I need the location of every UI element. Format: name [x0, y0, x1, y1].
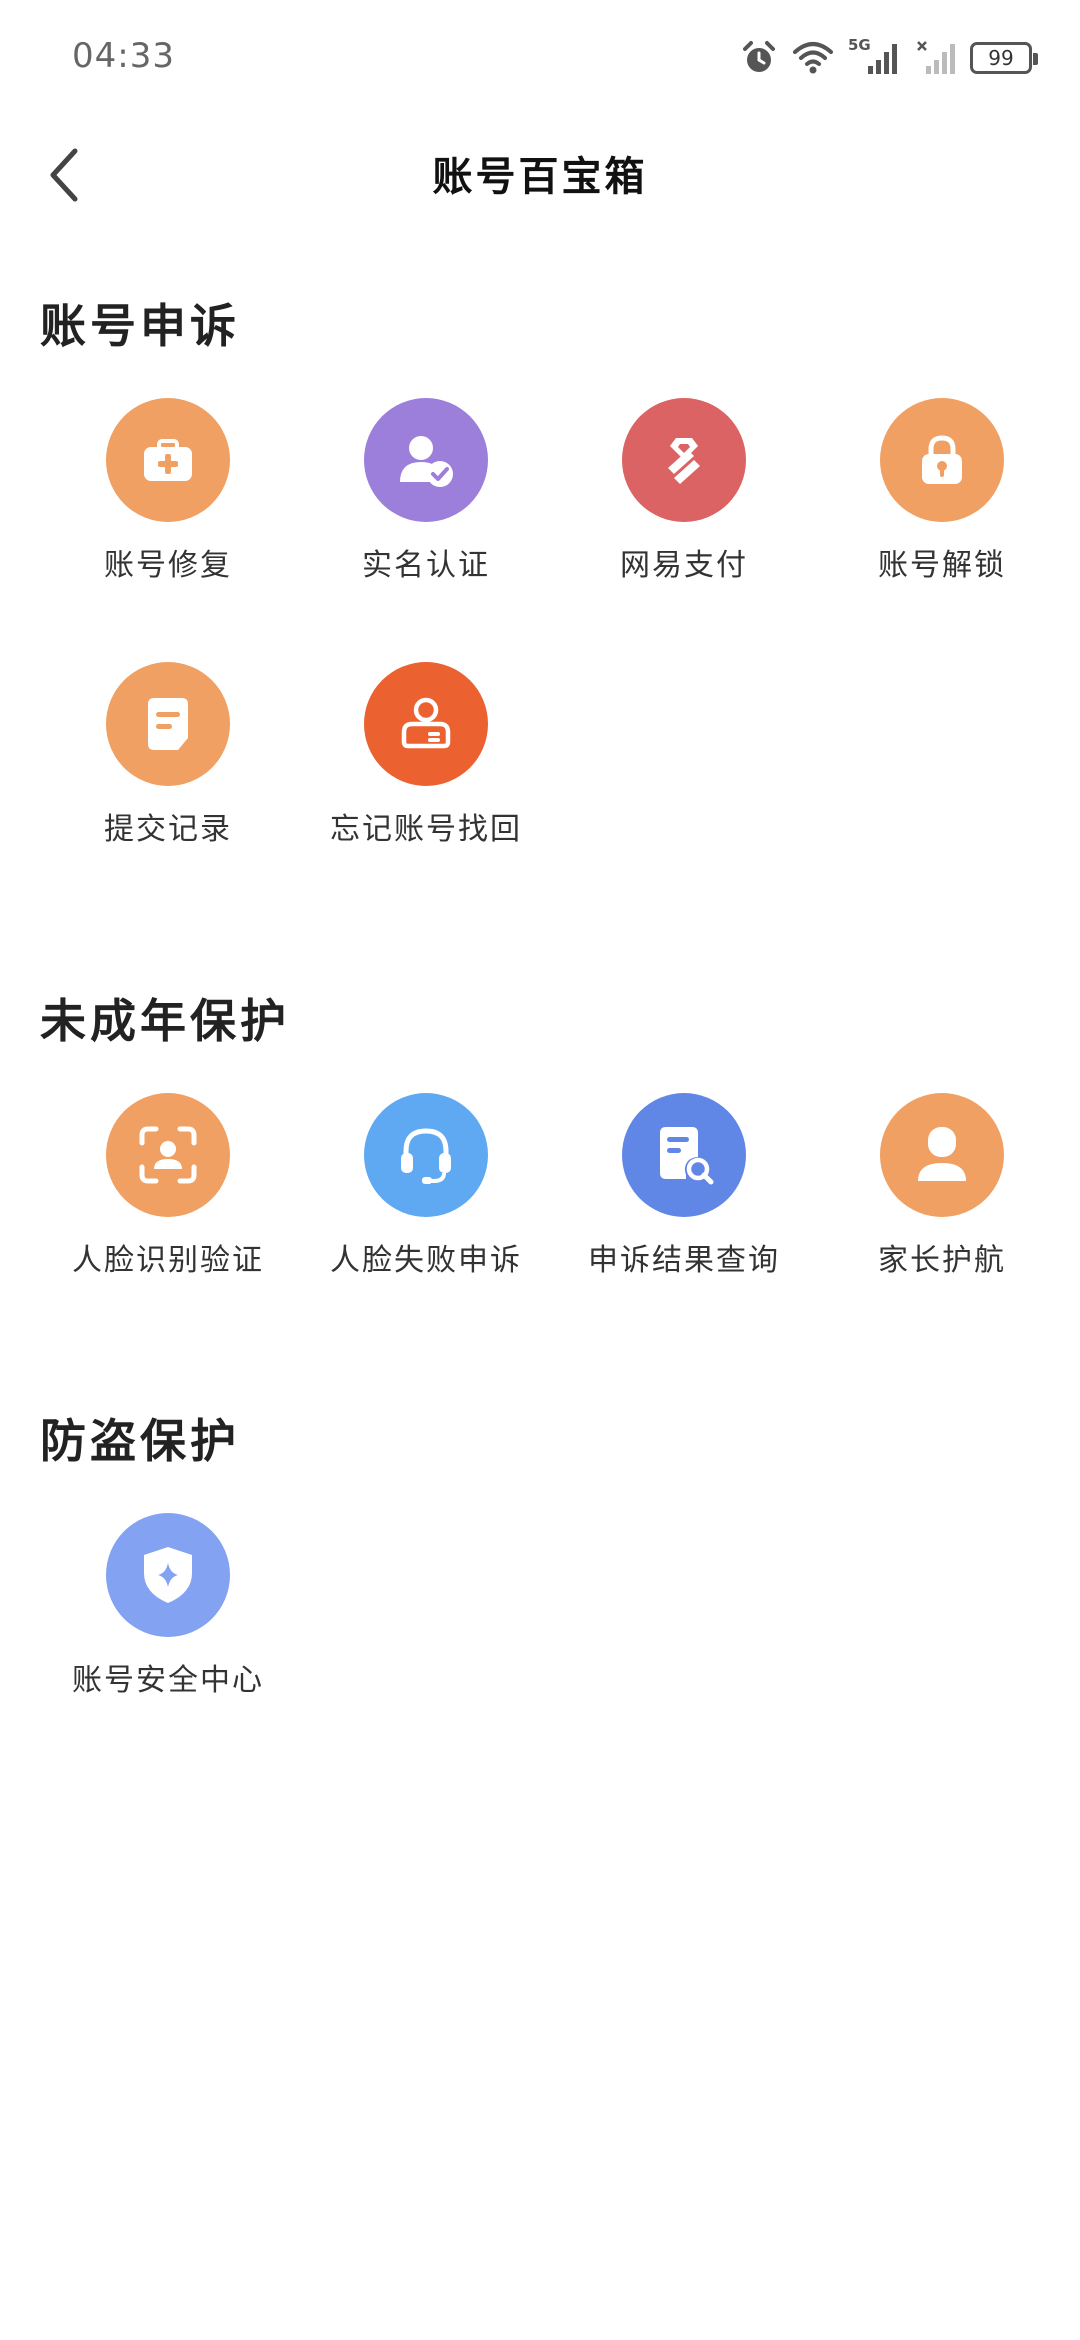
- icon-circle: [106, 662, 230, 786]
- item-label: 账号修复: [104, 548, 232, 583]
- document-icon: [148, 698, 188, 750]
- netease-pay-button[interactable]: 网易支付: [554, 398, 814, 608]
- document-search-icon: [660, 1127, 714, 1185]
- icon-circle: [622, 398, 746, 522]
- lock-icon: [922, 435, 962, 484]
- netease-pay-icon: [668, 438, 700, 484]
- face-failure-appeal-button[interactable]: 人脸失败申诉: [296, 1093, 556, 1303]
- item-label: 实名认证: [362, 548, 490, 583]
- signal-5g-icon: 5G: [848, 36, 902, 76]
- icon-circle: [364, 662, 488, 786]
- icon-circle: [880, 398, 1004, 522]
- forgot-account-button[interactable]: 忘记账号找回: [296, 662, 556, 872]
- item-label: 账号解锁: [878, 548, 1006, 583]
- face-scan-icon: [139, 1126, 197, 1184]
- headset-icon: [401, 1128, 451, 1184]
- status-icons: 5G 99: [740, 36, 1038, 78]
- shield-star-icon: [144, 1547, 192, 1603]
- item-label: 申诉结果查询: [588, 1243, 780, 1278]
- icon-circle: [364, 1093, 488, 1217]
- section-title: 防盗保护: [40, 1414, 240, 1468]
- item-label: 人脸识别验证: [72, 1243, 264, 1278]
- icon-circle: [880, 1093, 1004, 1217]
- item-label: 人脸失败申诉: [330, 1243, 522, 1278]
- section-title: 未成年保护: [40, 994, 290, 1048]
- real-name-verify-button[interactable]: 实名认证: [296, 398, 556, 608]
- title-bar: 账号百宝箱: [0, 120, 1080, 230]
- wifi-icon: [792, 40, 834, 76]
- icon-circle: [106, 1093, 230, 1217]
- icon-circle: [622, 1093, 746, 1217]
- item-label: 忘记账号找回: [330, 812, 522, 847]
- battery-level: 99: [988, 46, 1014, 70]
- account-unlock-button[interactable]: 账号解锁: [812, 398, 1072, 608]
- battery-icon: 99: [970, 42, 1038, 74]
- face-verify-button[interactable]: 人脸识别验证: [38, 1093, 298, 1303]
- page-title: 账号百宝箱: [432, 154, 648, 200]
- status-bar: 04:33 5G 99: [0, 0, 1080, 120]
- item-label: 提交记录: [104, 812, 232, 847]
- parent-user-icon: [918, 1127, 966, 1181]
- item-label: 家长护航: [878, 1243, 1006, 1278]
- account-security-center-button[interactable]: 账号安全中心: [38, 1513, 298, 1723]
- status-time: 04:33: [72, 36, 175, 76]
- id-card-user-icon: [401, 697, 451, 749]
- appeal-result-query-button[interactable]: 申诉结果查询: [554, 1093, 814, 1303]
- icon-circle: [106, 398, 230, 522]
- account-repair-button[interactable]: 账号修复: [38, 398, 298, 608]
- signal-no-service-icon: [916, 40, 956, 76]
- icon-circle: [106, 1513, 230, 1637]
- parent-guard-button[interactable]: 家长护航: [812, 1093, 1072, 1303]
- item-label: 网易支付: [620, 548, 748, 583]
- user-verified-icon: [400, 436, 453, 487]
- icon-circle: [364, 398, 488, 522]
- submission-records-button[interactable]: 提交记录: [38, 662, 298, 872]
- medical-kit-icon: [144, 439, 192, 481]
- alarm-icon: [740, 39, 778, 77]
- section-title: 账号申诉: [40, 299, 240, 353]
- item-label: 账号安全中心: [72, 1663, 264, 1698]
